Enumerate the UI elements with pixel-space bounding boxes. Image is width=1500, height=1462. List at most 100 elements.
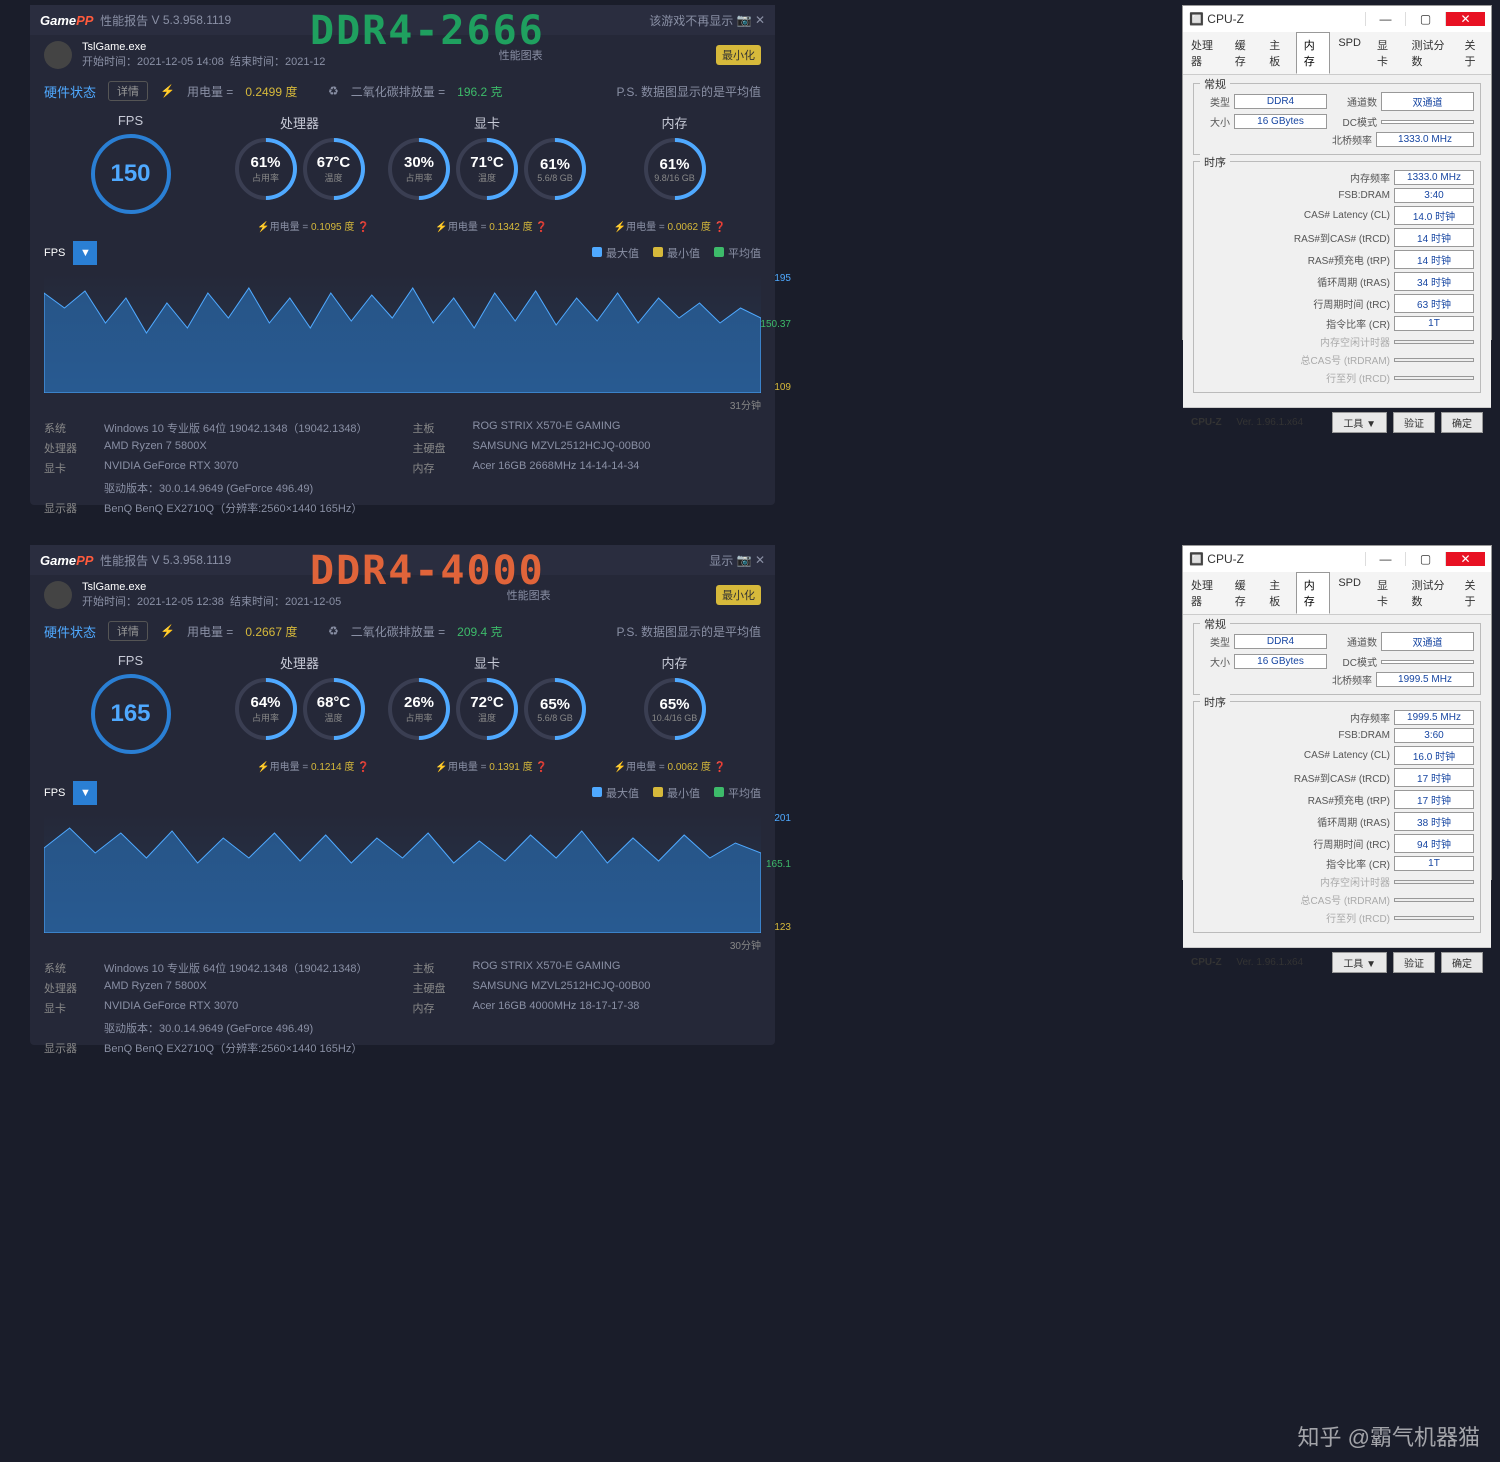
overlay-title-1: DDR4-2666 [310,8,545,54]
tools-button[interactable]: 工具 ▼ [1332,412,1387,433]
mem-gauge: 65%10.4/16 GB [644,678,706,740]
cpuz-titlebar[interactable]: 🔲 CPU-Z —▢✕ [1183,546,1491,572]
cpuz-tabs: 处理器缓存主板内存SPD显卡测试分数关于 [1183,572,1491,615]
cpu-usage-gauge: 64%占用率 [235,678,297,740]
chart-min: 109 [774,382,791,393]
chart-dropdown[interactable]: ▼ [73,241,97,265]
cpu-power: 0.1095 度 [311,222,354,233]
cpu-usage-gauge: 61%占用率 [235,138,297,200]
mem-freq: 1333.0 MHz [1394,170,1474,185]
gpu-mem-gauge: 61%5.6/8 GB [524,138,586,200]
spec-ssd: SAMSUNG MZVL2512HCJQ-00B00 [473,440,651,456]
tab-memory[interactable]: 内存 [1296,32,1331,74]
trc: 63 时钟 [1394,294,1474,313]
ok-button[interactable]: 确定 [1441,952,1483,973]
minimize-button[interactable]: 最小化 [716,45,761,65]
tab-spd[interactable]: SPD [1330,572,1369,614]
no-display-toggle[interactable]: 该游戏不再显示 [649,12,733,29]
command-rate: 1T [1394,856,1474,871]
camera-icon[interactable]: 📷 [737,13,752,27]
ok-button[interactable]: 确定 [1441,412,1483,433]
tools-button[interactable]: 工具 ▼ [1332,952,1387,973]
validate-button[interactable]: 验证 [1393,952,1435,973]
trcd: 17 时钟 [1394,768,1474,787]
spec-cpu: AMD Ryzen 7 5800X [104,980,207,996]
trp: 17 时钟 [1394,790,1474,809]
cpu-temp-gauge: 68°C温度 [303,678,365,740]
chart-legend: 最大值最小值平均值 [592,245,761,261]
fps-gauge: 165 [91,674,171,754]
report-label: 性能报告 [100,12,148,29]
chart-duration: 31分钟 [30,397,775,412]
close-icon[interactable]: ✕ [755,13,765,27]
bolt-icon: ⚡ [160,84,175,98]
minimize-icon[interactable]: — [1365,12,1405,26]
detail-button[interactable]: 详情 [108,621,148,641]
tab-mainboard[interactable]: 主板 [1261,32,1296,74]
cpuz-general-group: 常规 类型DDR4通道数双通道 大小16 GBytesDC模式 北桥频率1333… [1193,83,1481,155]
close-icon[interactable]: ✕ [1445,12,1485,26]
co2-value: 196.2 克 [457,83,502,100]
mem-title: 内存 [594,113,755,132]
validate-button[interactable]: 验证 [1393,412,1435,433]
minimize-icon[interactable]: — [1365,552,1405,566]
tab-cache[interactable]: 缓存 [1227,32,1262,74]
tab-cpu[interactable]: 处理器 [1183,32,1227,74]
tab-bench[interactable]: 测试分数 [1403,572,1456,614]
spec-mon: BenQ BenQ EX2710Q（分辨率:2560×1440 165Hz） [104,1040,362,1056]
minimize-button[interactable]: 最小化 [716,585,761,605]
trc: 94 时钟 [1394,834,1474,853]
tab-about[interactable]: 关于 [1456,572,1491,614]
tab-graphics[interactable]: 显卡 [1369,32,1404,74]
gamepp-logo: GamePP [40,13,93,28]
overlay-title-2: DDR4-4000 [310,548,545,594]
start-time: 2021-12-05 14:08 [137,56,224,68]
ps-note: P.S. 数据图显示的是平均值 [617,83,761,100]
no-display-toggle[interactable]: 显示 [709,552,733,569]
close-icon[interactable]: ✕ [1445,552,1485,566]
chart-dropdown[interactable]: ▼ [73,781,97,805]
tab-about[interactable]: 关于 [1456,32,1491,74]
bolt-icon: ⚡ [160,624,175,638]
fps-gauge: 150 [91,134,171,214]
maximize-icon[interactable]: ▢ [1405,12,1445,26]
spec-mon: BenQ BenQ EX2710Q（分辨率:2560×1440 165Hz） [104,500,362,516]
spec-os: Windows 10 专业版 64位 19042.1348（19042.1348… [104,960,368,976]
spec-ssd: SAMSUNG MZVL2512HCJQ-00B00 [473,980,651,996]
tab-cpu[interactable]: 处理器 [1183,572,1227,614]
fps-chart: 195 150.37 109 [44,273,761,393]
watermark: 知乎 @霸气机器猫 [1298,1420,1480,1452]
gpu-usage-gauge: 26%占用率 [388,678,450,740]
mem-channels: 双通道 [1381,632,1474,651]
maximize-icon[interactable]: ▢ [1405,552,1445,566]
tab-mainboard[interactable]: 主板 [1261,572,1296,614]
hw-status-title: 硬件状态 [44,82,96,101]
detail-button[interactable]: 详情 [108,81,148,101]
mem-type: DDR4 [1234,634,1327,649]
gpu-power: 0.1342 度 [489,222,532,233]
fps-chart: 201 165.1 123 [44,813,761,933]
exe-name: TslGame.exe [82,581,341,593]
cpuz-timing-group: 时序 内存频率1333.0 MHz FSB:DRAM3:40 CAS# Late… [1193,161,1481,393]
fsb-dram: 3:60 [1394,728,1474,743]
command-rate: 1T [1394,316,1474,331]
cpuz-footer: CPU-Z Ver. 1.96.1.x64 工具 ▼ 验证 确定 [1183,407,1491,437]
tab-graphics[interactable]: 显卡 [1369,572,1404,614]
cpuz-version: Ver. 1.96.1.x64 [1236,957,1303,968]
chart-duration: 30分钟 [30,937,775,952]
cpu-title: 处理器 [219,113,380,132]
gpu-temp-gauge: 72°C温度 [456,678,518,740]
cpuz-window-1: 🔲 CPU-Z —▢✕ 处理器缓存主板内存SPD显卡测试分数关于 常规 类型DD… [1182,5,1492,340]
tab-bench[interactable]: 测试分数 [1403,32,1456,74]
mem-power: 0.0062 度 [668,762,711,773]
gpu-usage-gauge: 30%占用率 [388,138,450,200]
tab-spd[interactable]: SPD [1330,32,1369,74]
cpuz-footer: CPU-Z Ver. 1.96.1.x64 工具 ▼ 验证 确定 [1183,947,1491,977]
tab-cache[interactable]: 缓存 [1227,572,1262,614]
camera-icon[interactable]: 📷 [737,553,752,567]
tras: 34 时钟 [1394,272,1474,291]
tab-memory[interactable]: 内存 [1296,572,1331,614]
cpuz-titlebar[interactable]: 🔲 CPU-Z —▢✕ [1183,6,1491,32]
chart-min: 123 [774,922,791,933]
close-icon[interactable]: ✕ [755,553,765,567]
